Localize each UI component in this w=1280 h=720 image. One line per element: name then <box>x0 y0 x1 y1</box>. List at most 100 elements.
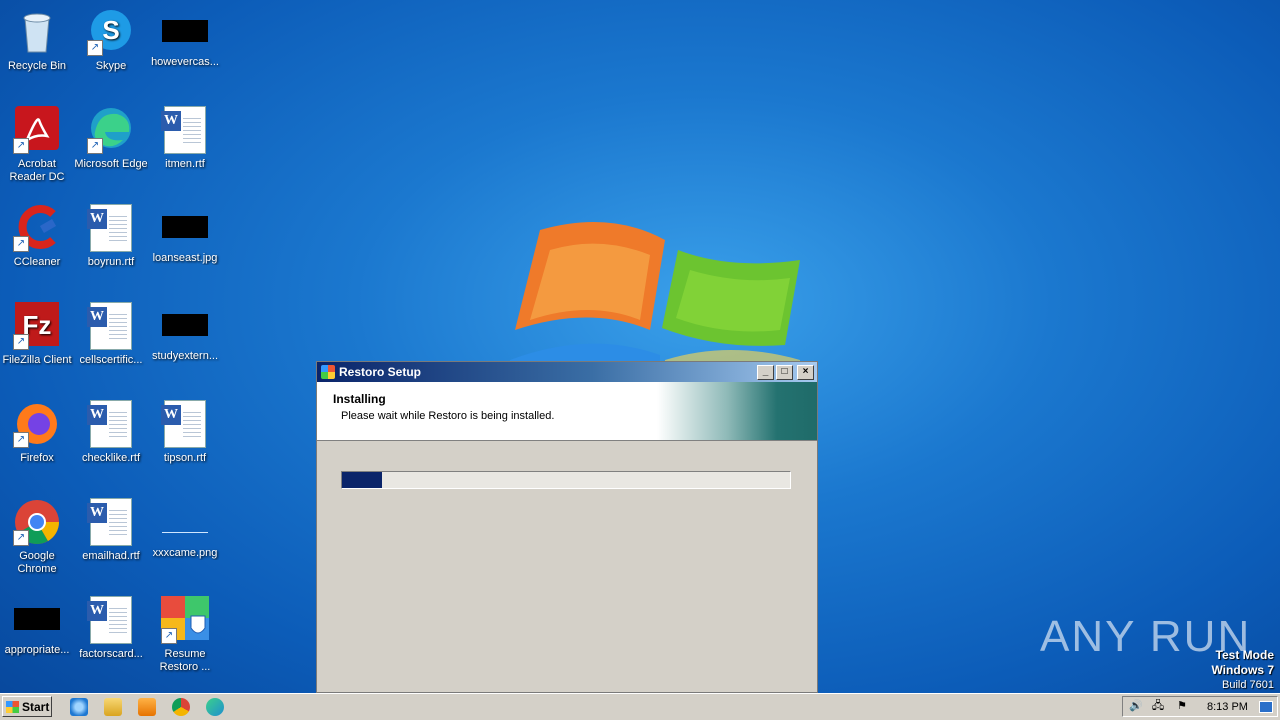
desktop-icon-label: Recycle Bin <box>7 60 67 72</box>
desktop-icon-studyextern[interactable]: studyextern... <box>148 302 222 363</box>
desktop-icon-label: appropriate... <box>4 644 70 656</box>
shortcut-arrow-icon: ↗ <box>87 138 103 154</box>
filezilla-icon: Fz ↗ <box>13 302 61 350</box>
os-label: Windows 7 <box>1211 663 1274 677</box>
desktop-icon-appropriate[interactable]: appropriate... <box>0 596 74 657</box>
windows-logo-icon <box>6 700 19 713</box>
installer-subtext: Please wait while Restoro is being insta… <box>341 410 555 422</box>
network-icon[interactable]: 🖧 <box>1151 700 1165 713</box>
restoro-setup-window[interactable]: Restoro Setup _ □ × Installing Please wa… <box>316 361 818 693</box>
restoro-icon: ↗ <box>161 596 209 644</box>
word-document-icon: W <box>161 400 209 448</box>
shortcut-arrow-icon: ↗ <box>87 40 103 56</box>
shortcut-arrow-icon: ↗ <box>13 138 29 154</box>
shortcut-arrow-icon: ↗ <box>161 628 177 644</box>
window-titlebar[interactable]: Restoro Setup _ □ × <box>317 362 817 382</box>
restoro-app-icon <box>321 365 335 379</box>
start-button[interactable]: Start <box>2 696 52 717</box>
desktop-icon-tipson[interactable]: W tipson.rtf <box>148 400 222 465</box>
desktop-icon-howevercas[interactable]: howevercas... <box>148 8 222 69</box>
recycle-bin-icon <box>13 8 61 56</box>
image-thumbnail-icon <box>162 20 208 42</box>
desktop-icon-label: studyextern... <box>151 350 219 362</box>
image-thumbnail-icon <box>162 216 208 238</box>
installer-header: Installing Please wait while Restoro is … <box>317 382 817 441</box>
desktop-icon-checklike[interactable]: W checklike.rtf <box>74 400 148 465</box>
desktop-icon-label: factorscard... <box>79 648 143 660</box>
desktop-icon-label: boyrun.rtf <box>87 256 135 268</box>
desktop-icon-boyrun[interactable]: W boyrun.rtf <box>74 204 148 269</box>
shortcut-arrow-icon: ↗ <box>13 334 29 350</box>
desktop-icon-cellscertific[interactable]: W cellscertific... <box>74 302 148 367</box>
show-desktop-icon[interactable] <box>1259 701 1273 713</box>
shortcut-arrow-icon: ↗ <box>13 432 29 448</box>
edge-icon[interactable] <box>206 698 224 716</box>
shortcut-arrow-icon: ↗ <box>13 530 29 546</box>
desktop-icon-xxxcame[interactable]: xxxcame.png <box>148 498 222 560</box>
desktop-icon-label: itmen.rtf <box>165 158 205 170</box>
desktop-icon-skype[interactable]: S ↗ Skype <box>74 8 148 73</box>
desktop-icon-label: Acrobat Reader DC <box>9 158 65 183</box>
ccleaner-icon: ↗ <box>13 204 61 252</box>
desktop-icon-label: CCleaner <box>13 256 61 268</box>
desktop-icon-label: xxxcame.png <box>152 547 218 559</box>
chrome-icon: ↗ <box>13 498 61 546</box>
image-thumbnail-icon <box>162 314 208 336</box>
desktop-icon-label: checklike.rtf <box>81 452 141 464</box>
installer-heading: Installing <box>333 392 386 406</box>
folder-icon[interactable] <box>104 698 122 716</box>
desktop-icon-factorscard[interactable]: W factorscard... <box>74 596 148 661</box>
skype-icon: S ↗ <box>87 8 135 56</box>
desktop-icon-edge[interactable]: ↗ Microsoft Edge <box>74 106 148 171</box>
word-document-icon: W <box>87 204 135 252</box>
image-thumbnail-icon <box>14 608 60 630</box>
desktop-icon-loanseast[interactable]: loanseast.jpg <box>148 204 222 265</box>
test-mode-label: Test Mode <box>1215 648 1274 662</box>
minimize-button[interactable]: _ <box>757 364 774 380</box>
desktop-icon-filezilla[interactable]: Fz ↗ FileZilla Client <box>0 302 74 367</box>
firefox-icon: ↗ <box>13 400 61 448</box>
desktop-icon-label: cellscertific... <box>79 354 143 366</box>
desktop-icon-recycle-bin[interactable]: Recycle Bin <box>0 8 74 73</box>
desktop-icon-acrobat[interactable]: ↗ Acrobat Reader DC <box>0 106 74 184</box>
progress-fill <box>342 472 383 488</box>
desktop-icon-firefox[interactable]: ↗ Firefox <box>0 400 74 465</box>
desktop-icon-label: Google Chrome <box>17 550 57 575</box>
desktop-icon-ccleaner[interactable]: ↗ CCleaner <box>0 204 74 269</box>
windows-wallpaper-logo <box>510 222 800 370</box>
acrobat-icon: ↗ <box>13 106 61 154</box>
build-label: Build 7601 <box>1222 679 1274 691</box>
desktop-icon-label: emailhad.rtf <box>82 550 140 562</box>
maximize-button[interactable]: □ <box>776 364 793 380</box>
desktop-icon-label: Firefox <box>20 452 54 464</box>
desktop-icon-label: howevercas... <box>151 56 219 68</box>
clock[interactable]: 8:13 PM <box>1207 701 1248 713</box>
shortcut-arrow-icon: ↗ <box>13 236 29 252</box>
desktop-icon-resume-restoro[interactable]: ↗ Resume Restoro ... <box>148 596 222 674</box>
window-title: Restoro Setup <box>339 365 422 379</box>
close-button[interactable]: × <box>797 364 814 380</box>
desktop-icon-label: FileZilla Client <box>2 354 72 366</box>
desktop-icon-chrome[interactable]: ↗ Google Chrome <box>0 498 74 576</box>
word-document-icon: W <box>87 400 135 448</box>
word-document-icon: W <box>87 498 135 546</box>
desktop-icon-label: Resume Restoro ... <box>159 648 211 673</box>
edge-icon: ↗ <box>87 106 135 154</box>
chrome-icon[interactable] <box>172 698 190 716</box>
desktop-icon-itmen[interactable]: W itmen.rtf <box>148 106 222 171</box>
desktop-icon-emailhad[interactable]: W emailhad.rtf <box>74 498 148 563</box>
svg-text:S: S <box>102 15 119 45</box>
desktop-icon-label: Microsoft Edge <box>74 158 148 170</box>
desktop-icon-label: Skype <box>95 60 127 72</box>
desktop-icon-label: loanseast.jpg <box>152 252 218 264</box>
system-tray: 🔊 🖧 ⚑ 8:13 PM <box>1122 696 1278 717</box>
media-player-icon[interactable] <box>138 698 156 716</box>
internet-explorer-icon[interactable] <box>70 698 88 716</box>
install-progress-bar <box>341 471 791 489</box>
image-thumbnail-icon <box>162 510 208 533</box>
test-mode-info: Test Mode Windows 7 Build 7601 <box>1211 648 1274 692</box>
flag-icon[interactable]: ⚑ <box>1175 700 1189 713</box>
volume-icon[interactable]: 🔊 <box>1129 700 1143 713</box>
word-document-icon: W <box>87 596 135 644</box>
desktop-icon-label: tipson.rtf <box>163 452 207 464</box>
